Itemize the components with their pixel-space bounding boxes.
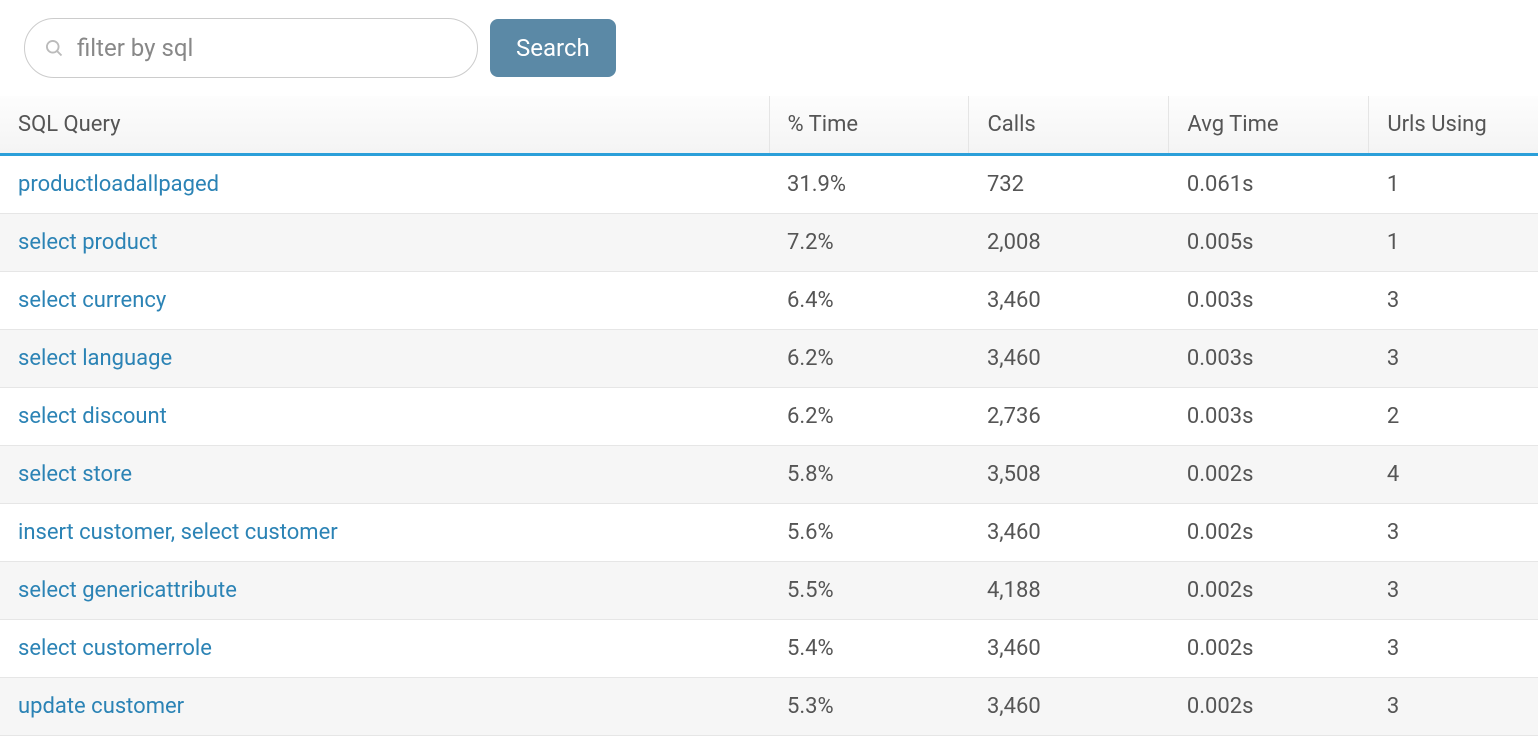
query-link[interactable]: select language — [18, 346, 172, 371]
query-link[interactable]: select store — [18, 462, 132, 487]
cell-urls-using: 3 — [1369, 562, 1538, 620]
cell-query: select store — [0, 446, 769, 504]
query-link[interactable]: select discount — [18, 404, 167, 429]
cell-urls-using: 3 — [1369, 620, 1538, 678]
cell-calls: 3,460 — [969, 504, 1169, 562]
cell-avg-time: 0.002s — [1169, 678, 1369, 736]
query-link[interactable]: select product — [18, 230, 158, 255]
col-header-avg-time[interactable]: Avg Time — [1169, 96, 1369, 155]
cell-query: update customer — [0, 678, 769, 736]
cell-query: select currency — [0, 272, 769, 330]
table-header-row: SQL Query % Time Calls Avg Time Urls Usi… — [0, 96, 1538, 155]
cell-calls: 3,460 — [969, 620, 1169, 678]
cell-pct-time: 7.2% — [769, 214, 969, 272]
table-row: insert customer, select customer 5.6%3,46… — [0, 504, 1538, 562]
cell-pct-time: 5.5% — [769, 562, 969, 620]
cell-pct-time: 5.8% — [769, 446, 969, 504]
cell-pct-time: 6.2% — [769, 388, 969, 446]
table-row: select language 6.2%3,4600.003s3 — [0, 330, 1538, 388]
cell-avg-time: 0.002s — [1169, 620, 1369, 678]
cell-avg-time: 0.002s — [1169, 504, 1369, 562]
cell-query: insert customer, select customer — [0, 504, 769, 562]
cell-calls: 732 — [969, 155, 1169, 214]
query-link[interactable]: update customer — [18, 694, 184, 719]
query-link[interactable]: productloadallpaged — [18, 172, 219, 197]
cell-urls-using: 2 — [1369, 388, 1538, 446]
cell-query: productloadallpaged — [0, 155, 769, 214]
cell-pct-time: 5.4% — [769, 620, 969, 678]
cell-calls: 2,736 — [969, 388, 1169, 446]
query-link[interactable]: insert customer, select customer — [18, 520, 338, 545]
cell-query: select discount — [0, 388, 769, 446]
col-header-calls[interactable]: Calls — [969, 96, 1169, 155]
search-input-wrap — [24, 18, 478, 78]
col-header-urls-using[interactable]: Urls Using — [1369, 96, 1538, 155]
col-header-pct-time[interactable]: % Time — [769, 96, 969, 155]
cell-pct-time: 31.9% — [769, 155, 969, 214]
cell-calls: 2,008 — [969, 214, 1169, 272]
table-row: select genericattribute 5.5%4,1880.002s3 — [0, 562, 1538, 620]
cell-avg-time: 0.003s — [1169, 272, 1369, 330]
cell-urls-using: 4 — [1369, 446, 1538, 504]
cell-avg-time: 0.002s — [1169, 562, 1369, 620]
cell-calls: 3,460 — [969, 678, 1169, 736]
cell-calls: 3,460 — [969, 330, 1169, 388]
cell-pct-time: 5.6% — [769, 504, 969, 562]
col-header-query[interactable]: SQL Query — [0, 96, 769, 155]
cell-calls: 3,508 — [969, 446, 1169, 504]
cell-urls-using: 3 — [1369, 272, 1538, 330]
query-link[interactable]: select currency — [18, 288, 166, 313]
sql-queries-table: SQL Query % Time Calls Avg Time Urls Usi… — [0, 96, 1538, 736]
cell-urls-using: 3 — [1369, 678, 1538, 736]
cell-query: select product — [0, 214, 769, 272]
table-row: productloadallpaged 31.9%7320.061s1 — [0, 155, 1538, 214]
cell-urls-using: 3 — [1369, 504, 1538, 562]
cell-query: select genericattribute — [0, 562, 769, 620]
search-button[interactable]: Search — [490, 19, 616, 77]
search-bar: Search — [0, 18, 1538, 96]
cell-query: select customerrole — [0, 620, 769, 678]
filter-sql-input[interactable] — [24, 18, 478, 78]
cell-avg-time: 0.003s — [1169, 330, 1369, 388]
query-link[interactable]: select genericattribute — [18, 578, 237, 603]
table-row: select customerrole 5.4%3,4600.002s3 — [0, 620, 1538, 678]
cell-pct-time: 6.2% — [769, 330, 969, 388]
cell-pct-time: 6.4% — [769, 272, 969, 330]
cell-urls-using: 1 — [1369, 155, 1538, 214]
cell-avg-time: 0.005s — [1169, 214, 1369, 272]
cell-calls: 4,188 — [969, 562, 1169, 620]
cell-urls-using: 1 — [1369, 214, 1538, 272]
table-row: select discount 6.2%2,7360.003s2 — [0, 388, 1538, 446]
query-link[interactable]: select customerrole — [18, 636, 212, 661]
cell-calls: 3,460 — [969, 272, 1169, 330]
table-row: select store 5.8%3,5080.002s4 — [0, 446, 1538, 504]
table-row: select currency 6.4%3,4600.003s3 — [0, 272, 1538, 330]
cell-pct-time: 5.3% — [769, 678, 969, 736]
cell-urls-using: 3 — [1369, 330, 1538, 388]
cell-avg-time: 0.061s — [1169, 155, 1369, 214]
cell-query: select language — [0, 330, 769, 388]
table-row: update customer 5.3%3,4600.002s3 — [0, 678, 1538, 736]
cell-avg-time: 0.002s — [1169, 446, 1369, 504]
table-row: select product 7.2%2,0080.005s1 — [0, 214, 1538, 272]
cell-avg-time: 0.003s — [1169, 388, 1369, 446]
